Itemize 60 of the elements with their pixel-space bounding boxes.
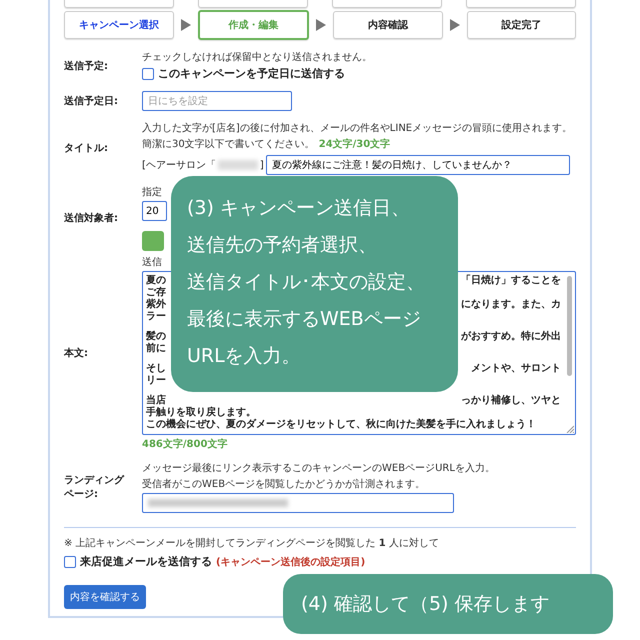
body-text-line: になります。また、カ [461,299,561,311]
title-suffix: ] [260,160,264,170]
hint-text: 指定 [142,186,162,199]
callout-text: (4) 確認して（5) 保存します [301,592,550,617]
checkbox-label: 来店促進メールを送信する [80,554,212,569]
callout-text: (3) キャンペーン送信日、 [187,196,411,221]
field-label: ランディング [64,474,126,487]
hint-text: チェックしなければ保留中となり送信されません。 [142,50,372,64]
body-text-line: 「日焼け」することを [461,275,561,287]
checkbox[interactable] [142,68,154,80]
date-field[interactable]: 日にちを設定 [142,91,292,111]
callout-text: 送信タイトル･本文の設定、 [187,270,426,295]
body-text-line: リー [146,375,166,387]
body-text-line: 前に [146,343,166,355]
hint-text: 受信者がこのWEBページを閲覧したかどうかが計測されます。 [142,478,426,491]
step-tab[interactable]: 設定完了 [466,11,576,39]
body-text-line: っかり補修し、ツヤと [461,395,561,407]
triangle-arrow-icon [450,19,460,31]
body-text-line: 当店 [146,395,166,406]
settings-note: (キャンペーン送信後の設定項目) [216,555,366,568]
callout-text: 最後に表示するWEBページ [187,307,422,332]
step-tab[interactable]: キャンペーン選択 [64,11,174,39]
body-text-line: 手触りを取り戻します。 [146,407,256,418]
body-text-line: メントや、サロント [471,363,561,375]
url-field[interactable] [142,493,454,513]
body-text-line: そし [146,363,166,375]
character-count: 486文字/800文字 [142,437,228,451]
field-label: 本文: [64,346,89,360]
title-field[interactable]: 夏の紫外線にご注意！髪の日焼け、していませんか？ [266,155,570,175]
confirm-button[interactable]: 内容を確認する [64,585,146,609]
note-text: ※ 上記キャンペーンメールを開封してランディングページを閲覧した 1 人に対して [64,536,439,550]
body-text-line: 夏の [146,275,166,286]
character-count: 24文字/30文字 [318,137,390,151]
checkbox[interactable] [64,556,76,568]
triangle-arrow-icon [180,19,190,31]
field-label: ページ: [64,488,99,501]
body-text-line: ラー [146,311,166,323]
body-text-line: ご存 [146,287,166,298]
recipient-field[interactable]: 20 [142,201,167,221]
hint-text: 簡潔に30文字以下で書いてください。 [142,138,315,151]
callout-text: URLを入力。 [187,344,302,369]
field-label: タイトル: [64,142,109,155]
step-tab[interactable]: 内容確認 [333,11,442,39]
redaction-blur [218,160,258,170]
field-label: 送信予定日: [64,94,119,108]
body-text-line: 紫外 [146,299,166,311]
hint-text: 送信 [142,256,162,269]
checkbox-label: このキャンペーンを予定日に送信する [158,66,345,81]
body-text-line: がおすすめ。特に外出 [461,331,561,343]
body-text-line: 髪の [146,331,166,342]
scrollbar[interactable] [567,276,572,376]
resize-grip-icon[interactable] [566,425,574,433]
triangle-arrow-icon [316,19,326,31]
field-label: 送信対象者: [64,211,119,225]
title-prefix: [ヘアーサロン「 [142,158,216,172]
callout-text: 送信先の予約者選択、 [187,233,378,258]
field-label: 送信予定: [64,59,109,72]
hint-text: メッセージ最後にリンク表示するこのキャンペーンのWEBページURLを入力。 [142,462,495,475]
body-text-line: この機会にぜひ、夏のダメージをリセットして、秋に向けた美髪を手に入れましょう！ [146,419,536,431]
hint-text: 入力した文字が[店名]の後に付加され、メールの件名やLINEメッセージの冒頭に使用されます。 [142,122,572,135]
